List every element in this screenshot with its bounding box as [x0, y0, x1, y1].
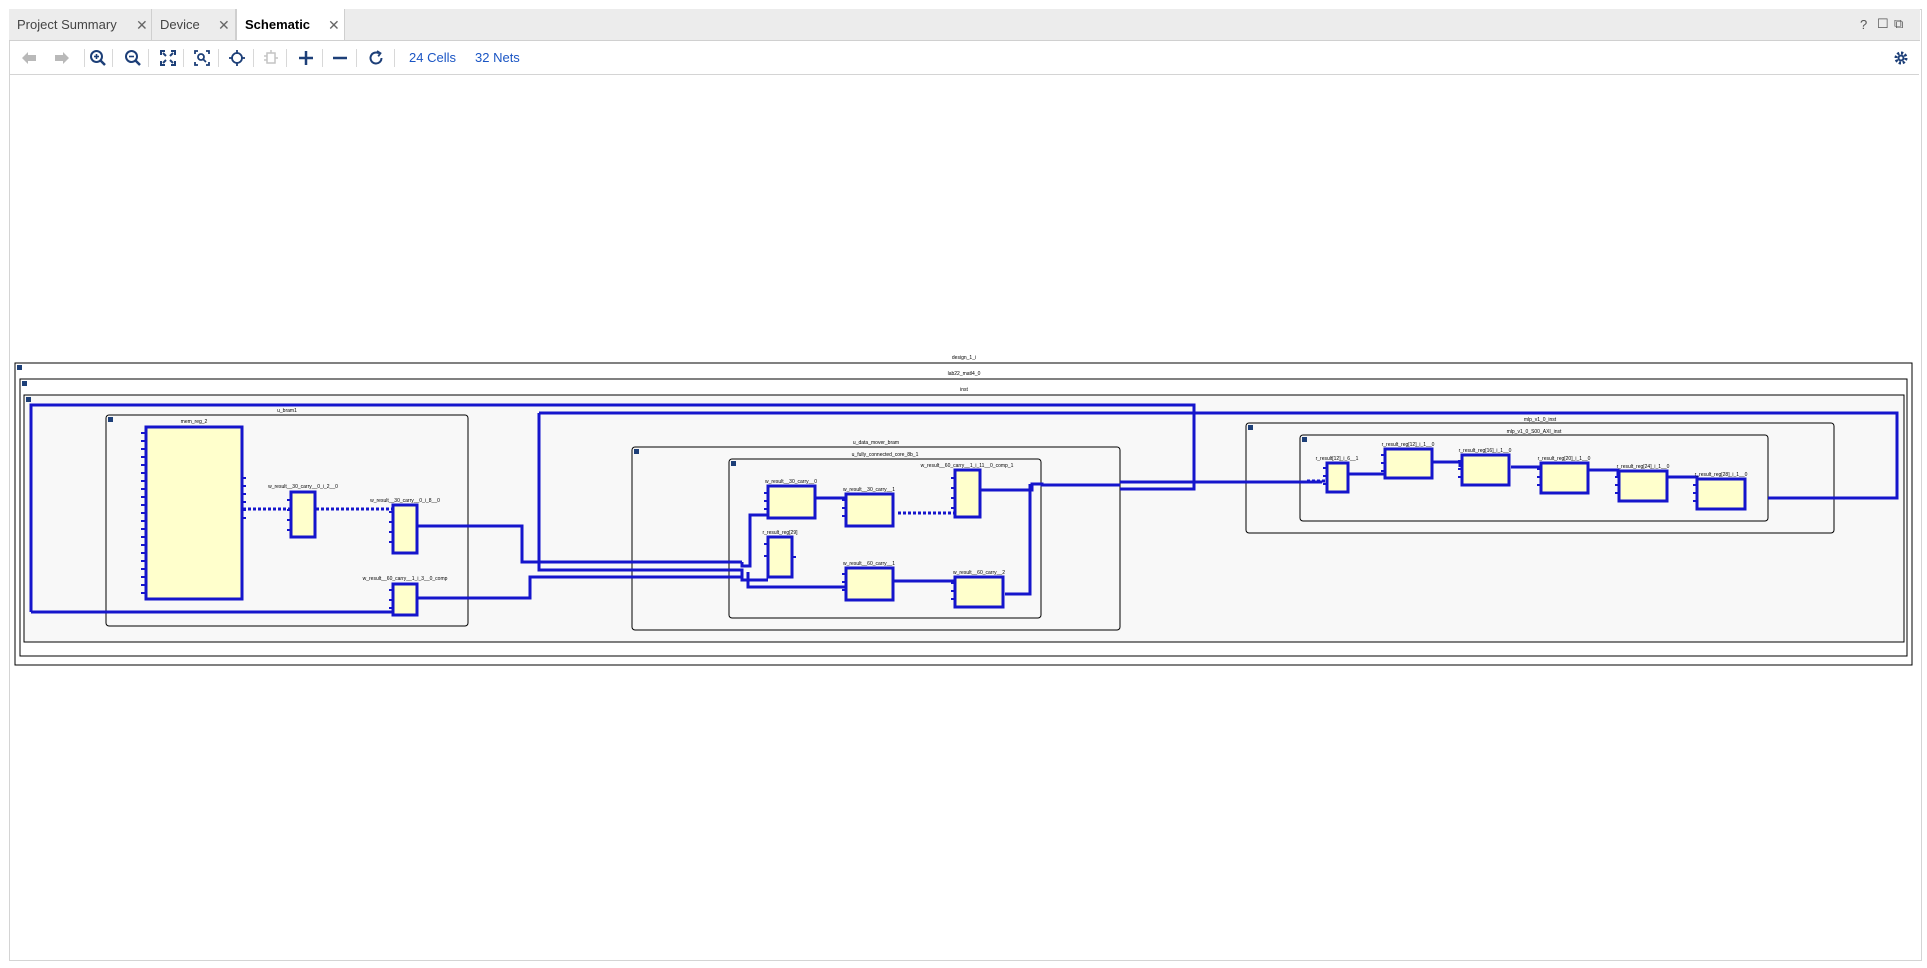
cell-bram-carry-3[interactable] [391, 582, 419, 617]
plus-icon[interactable] [295, 47, 317, 69]
cell-label: w_result__30_carry__0_i_8__0 [370, 498, 440, 504]
cell-mem-reg[interactable] [144, 425, 244, 601]
zoom-in-icon[interactable] [87, 47, 109, 69]
zoom-out-icon[interactable] [122, 47, 144, 69]
cell-label: r_result_reg[20]_i_1__0 [1538, 456, 1591, 462]
cell-bram-carry-2[interactable] [391, 503, 419, 555]
close-icon[interactable]: ✕ [218, 17, 230, 34]
cell-label: r_result_reg[16]_i_1__0 [1459, 448, 1512, 454]
label-module: lab22_matl4_0 [948, 371, 981, 377]
label-mlp: mlp_v1_0_inst [1524, 417, 1557, 423]
cells-count-link[interactable]: 24 Cells [409, 50, 456, 65]
zoom-fit-icon[interactable] [157, 47, 179, 69]
cell-label: r_result_reg[24]_i_1__0 [1617, 464, 1670, 470]
toolbar-separator [218, 49, 219, 67]
cell-bram-carry-1[interactable] [289, 490, 317, 539]
cell-mlp-r5[interactable] [1695, 477, 1747, 511]
toolbar-separator [148, 49, 149, 67]
cell-mlp-r3[interactable] [1539, 461, 1590, 495]
tab-label: Device [160, 17, 200, 32]
minus-icon[interactable] [329, 47, 351, 69]
zoom-area-icon[interactable] [191, 47, 213, 69]
tab-project-summary[interactable]: Project Summary ✕ [9, 9, 152, 40]
cell-label: w_result__60_carry__2 [953, 570, 1005, 576]
toolbar-separator [84, 49, 85, 67]
cell-label: w_result__30_carry__0_i_2__0 [268, 484, 338, 490]
cell-mlp-r4[interactable] [1617, 469, 1669, 503]
label-design: design_1_i [952, 355, 976, 361]
label-fc-core: u_fully_connected_core_8b_1 [852, 452, 919, 458]
cell-mlp-r0[interactable] [1325, 461, 1350, 494]
close-icon[interactable]: ✕ [136, 17, 148, 34]
cell-fc-carry-3[interactable] [953, 468, 982, 519]
cell-label: w_result__60_carry__1_i_11__0_comp_1 [921, 463, 1014, 469]
cell-label: w_result__30_carry__1 [843, 487, 895, 493]
nets-count-link[interactable]: 32 Nets [475, 50, 520, 65]
tab-schematic[interactable]: Schematic ✕ [236, 9, 345, 40]
tab-label: Schematic [245, 17, 311, 32]
schematic-canvas[interactable]: design_1_i lab22_matl4_0 inst u_bram1 u_… [10, 75, 1919, 958]
cell-mlp-r2[interactable] [1460, 453, 1511, 487]
help-icon[interactable]: ? [1860, 17, 1867, 32]
schematic-diagram: design_1_i lab22_matl4_0 inst u_bram1 u_… [14, 355, 1913, 666]
label-inst: inst [960, 387, 968, 393]
toolbar-separator [356, 49, 357, 67]
label-axi: mlp_v1_0_S00_AXI_inst [1507, 429, 1562, 435]
cell-fc-result-reg[interactable] [766, 535, 794, 579]
gear-icon[interactable] [1890, 47, 1912, 69]
cell-label: mem_reg_2 [181, 419, 208, 425]
restore-icon[interactable]: ☐ [1877, 16, 1889, 32]
forward-icon[interactable] [51, 47, 73, 69]
tab-bar: Project Summary ✕ Device ✕ Schematic ✕ ?… [9, 9, 1920, 41]
cell-mlp-r1[interactable] [1383, 447, 1434, 480]
cell-label: w_result__60_carry__1_i_3__0_comp [363, 576, 448, 582]
cell-fc-carry-4[interactable] [844, 566, 895, 602]
toolbar-separator [112, 49, 113, 67]
label-data-mover: u_data_mover_bram [853, 440, 899, 446]
cell-label: r_result_reg[29] [762, 530, 798, 536]
toolbar-separator [286, 49, 287, 67]
cell-fc-carry-1[interactable] [766, 484, 817, 520]
toolbar-separator [322, 49, 323, 67]
toolbar-separator [253, 49, 254, 67]
back-icon[interactable] [18, 47, 40, 69]
toolbar-separator [183, 49, 184, 67]
refresh-icon[interactable] [365, 47, 387, 69]
cell-label: w_result__60_carry__1 [843, 561, 895, 567]
cell-fc-carry-2[interactable] [844, 492, 895, 528]
close-icon[interactable]: ✕ [328, 17, 340, 34]
expand-cell-icon[interactable] [260, 47, 282, 69]
float-icon[interactable]: ⧉ [1894, 16, 1903, 32]
cell-label: w_result__30_carry__0 [765, 479, 817, 485]
toolbar-separator [394, 49, 395, 67]
cell-label: r_result[12]_i_6__1 [1316, 456, 1359, 462]
cell-fc-carry-5[interactable] [953, 575, 1005, 609]
cell-label: r_result_reg[28]_i_1__0 [1695, 472, 1748, 478]
tab-device[interactable]: Device ✕ [152, 9, 236, 40]
cell-label: r_result_reg[12]_i_1__0 [1382, 442, 1435, 448]
label-bram: u_bram1 [277, 408, 297, 414]
toolbar: 24 Cells 32 Nets [10, 41, 1919, 75]
select-icon[interactable] [226, 47, 248, 69]
tab-label: Project Summary [17, 17, 117, 32]
